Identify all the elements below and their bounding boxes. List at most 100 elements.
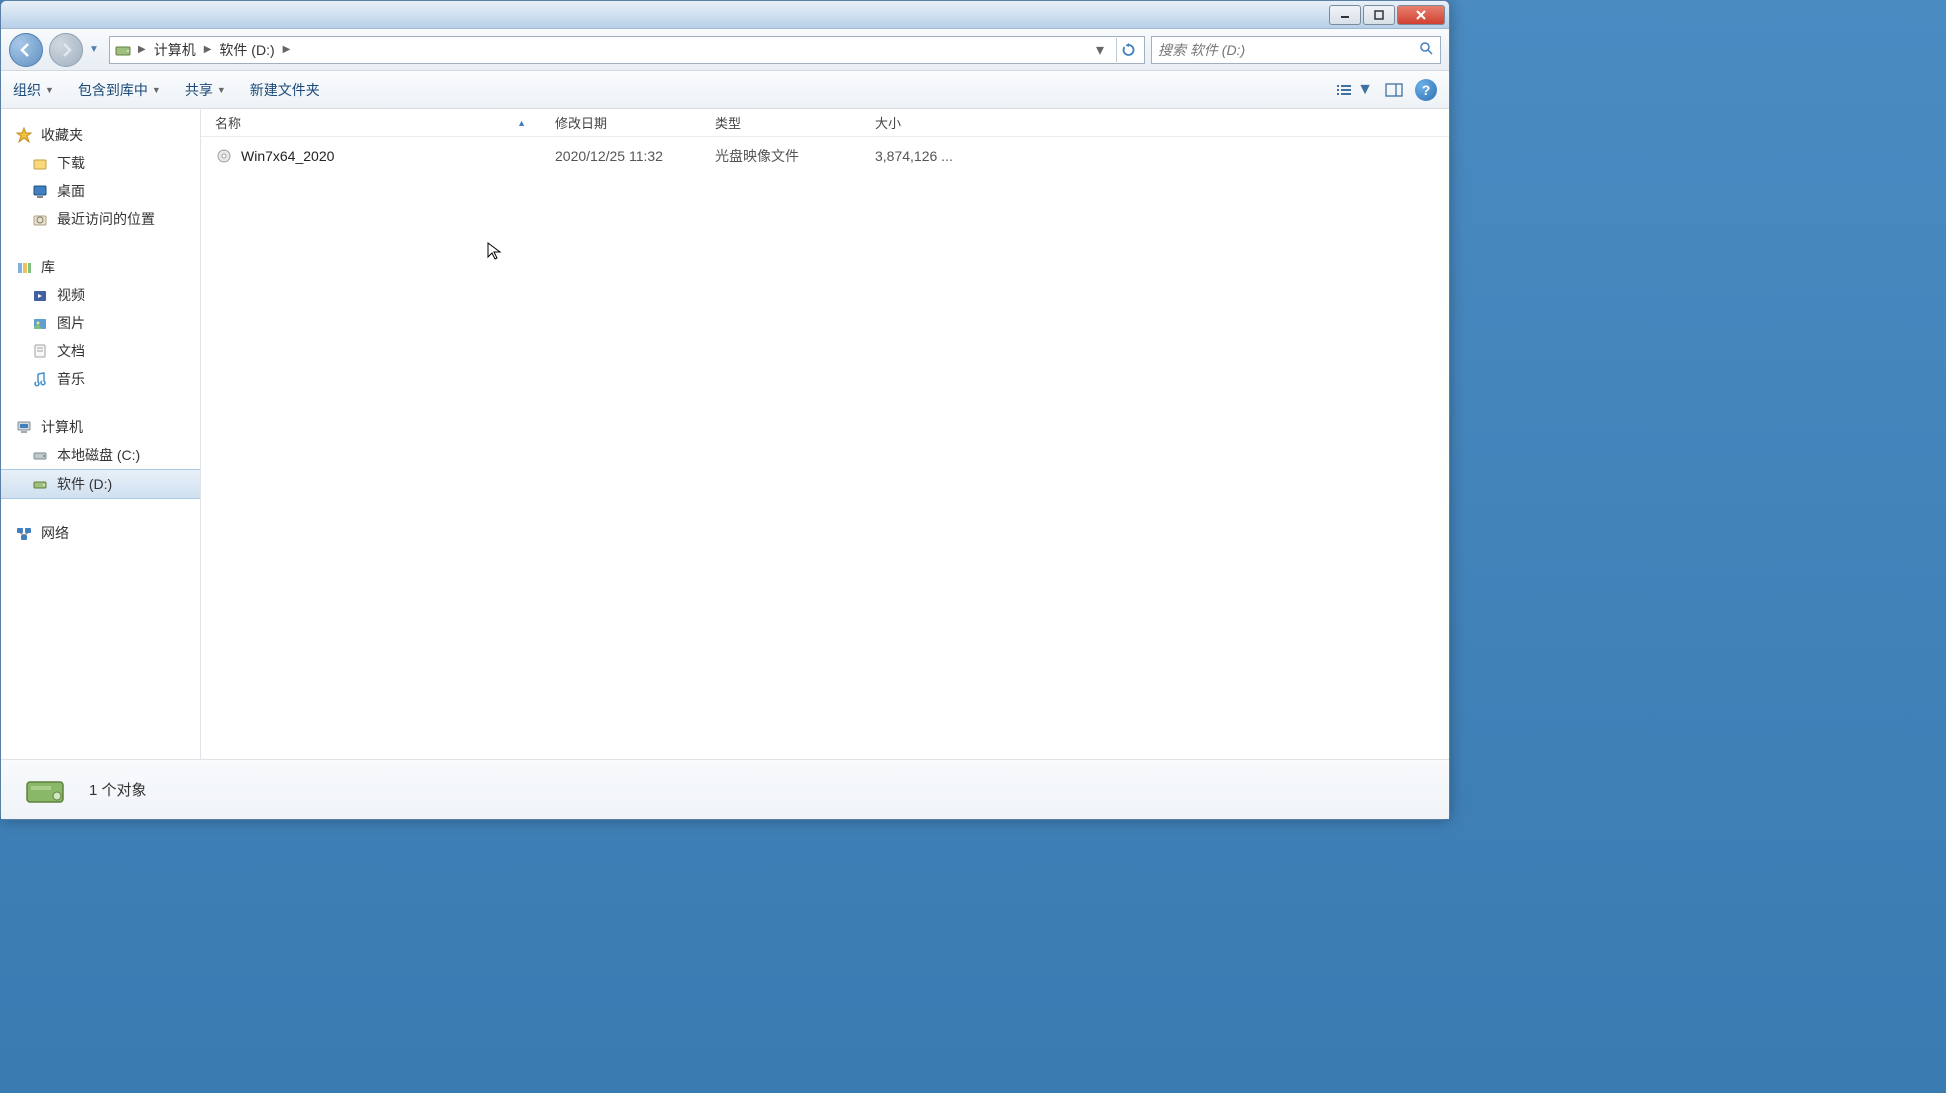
new-folder-button[interactable]: 新建文件夹 [250, 80, 320, 100]
nav-label: 图片 [57, 313, 85, 333]
nav-label: 桌面 [57, 181, 85, 201]
search-input[interactable] [1158, 42, 1418, 58]
organize-menu[interactable]: 组织 ▼ [13, 80, 54, 100]
address-dropdown[interactable]: ▾ [1090, 40, 1110, 60]
column-header-date[interactable]: 修改日期 [541, 113, 701, 132]
music-icon [31, 370, 49, 388]
nav-music[interactable]: 音乐 [1, 365, 200, 393]
libraries-icon [15, 258, 33, 276]
computer-icon [15, 418, 33, 436]
column-header-type[interactable]: 类型 [701, 113, 861, 132]
file-type-cell: 光盘映像文件 [701, 146, 861, 166]
breadcrumb-computer[interactable]: 计算机 [150, 38, 200, 62]
iso-file-icon [215, 147, 233, 165]
computer-group: 计算机 本地磁盘 (C:) 软件 (D:) [1, 413, 200, 499]
nav-videos[interactable]: 视频 [1, 281, 200, 309]
nav-computer[interactable]: 计算机 [1, 413, 200, 441]
recent-icon [31, 210, 49, 228]
forward-button[interactable] [49, 33, 83, 67]
chevron-right-icon[interactable]: ▶ [138, 44, 146, 55]
nav-pictures[interactable]: 图片 [1, 309, 200, 337]
nav-history-dropdown[interactable]: ▼ [89, 44, 103, 55]
status-bar: 1 个对象 [1, 759, 1449, 819]
content-area: 收藏夹 下载 桌面 最近访问的位置 库 [1, 109, 1449, 759]
preview-pane-button[interactable] [1385, 83, 1403, 97]
close-button[interactable] [1397, 5, 1445, 25]
nav-recent[interactable]: 最近访问的位置 [1, 205, 200, 233]
breadcrumb-drive[interactable]: 软件 (D:) [215, 38, 278, 62]
file-name-cell: Win7x64_2020 [201, 147, 541, 165]
desktop-icon [31, 182, 49, 200]
nav-downloads[interactable]: 下载 [1, 149, 200, 177]
chevron-down-icon: ▼ [217, 85, 226, 95]
nav-libraries[interactable]: 库 [1, 253, 200, 281]
nav-network[interactable]: 网络 [1, 519, 200, 547]
nav-software-d[interactable]: 软件 (D:) [1, 469, 200, 499]
file-list[interactable]: Win7x64_2020 2020/12/25 11:32 光盘映像文件 3,8… [201, 137, 1449, 759]
sort-ascending-icon: ▲ [517, 118, 526, 128]
maximize-icon [1374, 10, 1384, 20]
nav-label: 本地磁盘 (C:) [57, 445, 140, 465]
status-text: 1 个对象 [89, 779, 147, 800]
folder-icon [31, 154, 49, 172]
col-label: 类型 [715, 113, 741, 132]
close-icon [1415, 9, 1427, 21]
organize-label: 组织 [13, 80, 41, 100]
include-label: 包含到库中 [78, 80, 148, 100]
back-arrow-icon [18, 42, 34, 58]
search-icon[interactable] [1418, 40, 1434, 59]
video-icon [31, 286, 49, 304]
list-view-icon [1335, 83, 1353, 97]
help-button[interactable]: ? [1415, 79, 1437, 101]
window-controls [1329, 5, 1445, 25]
chevron-right-icon[interactable]: ▶ [204, 44, 212, 55]
column-header-name[interactable]: 名称 ▲ [201, 113, 541, 132]
back-button[interactable] [9, 33, 43, 67]
nav-label: 库 [41, 257, 55, 277]
include-library-menu[interactable]: 包含到库中 ▼ [78, 80, 161, 100]
network-group: 网络 [1, 519, 200, 547]
chevron-down-icon: ▼ [1357, 81, 1373, 99]
file-row[interactable]: Win7x64_2020 2020/12/25 11:32 光盘映像文件 3,8… [201, 141, 1449, 171]
explorer-window: ▼ ▶ 计算机 ▶ 软件 (D:) ▶ ▾ 组织 [0, 0, 1450, 820]
col-label: 大小 [875, 113, 901, 132]
column-header-size[interactable]: 大小 [861, 113, 981, 132]
view-options-button[interactable]: ▼ [1335, 81, 1373, 99]
nav-label: 最近访问的位置 [57, 209, 155, 229]
minimize-button[interactable] [1329, 5, 1361, 25]
column-headers: 名称 ▲ 修改日期 类型 大小 [201, 109, 1449, 137]
new-folder-label: 新建文件夹 [250, 80, 320, 100]
refresh-button[interactable] [1116, 38, 1140, 62]
file-size-cell: 3,874,126 ... [861, 148, 981, 164]
breadcrumb: ▶ 计算机 ▶ 软件 (D:) ▶ [138, 38, 1084, 62]
nav-desktop[interactable]: 桌面 [1, 177, 200, 205]
nav-label: 文档 [57, 341, 85, 361]
nav-label: 收藏夹 [41, 125, 83, 145]
file-date-cell: 2020/12/25 11:32 [541, 148, 701, 164]
drive-icon [31, 475, 49, 493]
drive-large-icon [21, 766, 69, 814]
favorites-group: 收藏夹 下载 桌面 最近访问的位置 [1, 121, 200, 233]
toolbar: 组织 ▼ 包含到库中 ▼ 共享 ▼ 新建文件夹 ▼ ? [1, 71, 1449, 109]
nav-documents[interactable]: 文档 [1, 337, 200, 365]
share-menu[interactable]: 共享 ▼ [185, 80, 226, 100]
nav-label: 视频 [57, 285, 85, 305]
navigation-bar: ▼ ▶ 计算机 ▶ 软件 (D:) ▶ ▾ [1, 29, 1449, 71]
search-box[interactable] [1151, 36, 1441, 64]
nav-local-disk-c[interactable]: 本地磁盘 (C:) [1, 441, 200, 469]
chevron-right-icon[interactable]: ▶ [283, 44, 291, 55]
documents-icon [31, 342, 49, 360]
libraries-group: 库 视频 图片 文档 音乐 [1, 253, 200, 393]
refresh-icon [1121, 42, 1137, 58]
network-icon [15, 524, 33, 542]
desktop-background: ▼ ▶ 计算机 ▶ 软件 (D:) ▶ ▾ 组织 [0, 0, 1946, 1093]
nav-favorites[interactable]: 收藏夹 [1, 121, 200, 149]
star-icon [15, 126, 33, 144]
navigation-pane: 收藏夹 下载 桌面 最近访问的位置 库 [1, 109, 201, 759]
forward-arrow-icon [58, 42, 74, 58]
title-bar[interactable] [1, 1, 1449, 29]
maximize-button[interactable] [1363, 5, 1395, 25]
address-bar[interactable]: ▶ 计算机 ▶ 软件 (D:) ▶ ▾ [109, 36, 1145, 64]
col-label: 名称 [215, 113, 241, 132]
pictures-icon [31, 314, 49, 332]
